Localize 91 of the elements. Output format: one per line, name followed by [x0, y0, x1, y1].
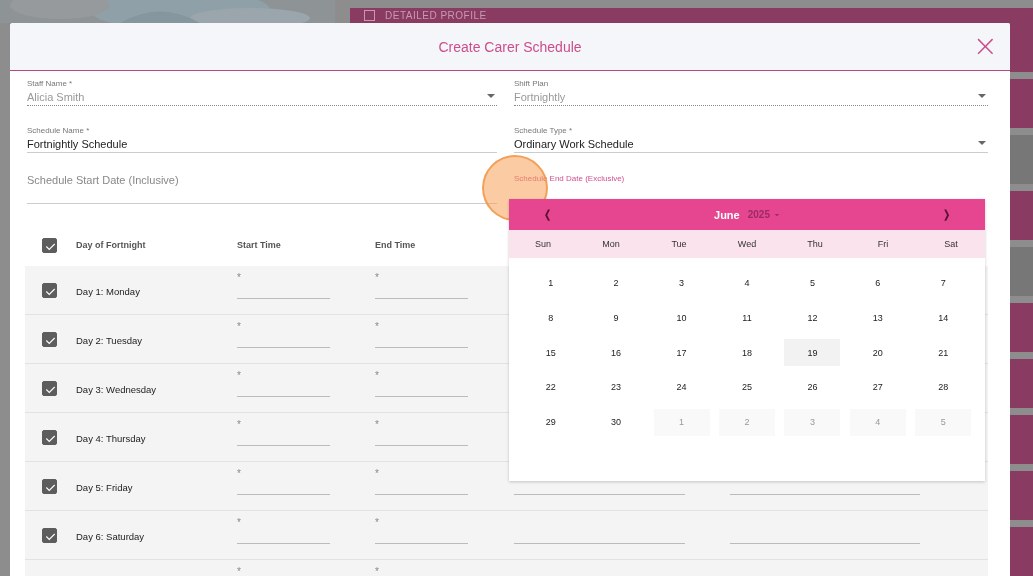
caret-icon: [978, 141, 986, 145]
date-field[interactable]: Schedule Start Date (Inclusive): [27, 173, 497, 204]
calendar-day[interactable]: 11: [719, 304, 775, 332]
time-field[interactable]: *: [375, 565, 468, 576]
time-field[interactable]: *: [375, 320, 468, 348]
weekday-label: Fri: [877, 239, 889, 249]
calendar-day[interactable]: 22: [522, 373, 579, 401]
calendar-day[interactable]: 14: [915, 304, 972, 332]
weekday-label: Wed: [737, 239, 757, 249]
background-panel: [1010, 23, 1033, 72]
background-panel: [1010, 415, 1033, 464]
calendar-day[interactable]: 27: [849, 373, 906, 401]
column-header: Day of Fortnight: [76, 240, 147, 250]
calendar-day[interactable]: 23: [588, 373, 645, 401]
calendar-day[interactable]: 2: [588, 269, 645, 297]
calendar-day[interactable]: 24: [653, 373, 710, 401]
day-label: Day 2: Tuesday: [76, 335, 142, 346]
calendar-day[interactable]: 12: [784, 304, 841, 332]
calendar-day[interactable]: 20: [849, 339, 906, 367]
checkbox[interactable]: [42, 282, 57, 298]
checkbox[interactable]: [42, 429, 57, 445]
time-field[interactable]: *: [375, 369, 468, 397]
dialog-title: Create Carer Schedule: [438, 38, 582, 55]
weekday-label: Tue: [671, 239, 687, 249]
time-field[interactable]: *: [237, 565, 330, 576]
background-panel: [1010, 471, 1033, 520]
checkbox[interactable]: [42, 331, 57, 347]
calendar-day[interactable]: 16: [588, 339, 645, 367]
caret-icon: [978, 94, 986, 98]
background-panel: [1010, 303, 1033, 352]
calendar-day[interactable]: 19: [784, 339, 841, 367]
background-panel: [1010, 135, 1033, 184]
input-field[interactable]: Schedule Name * Fortnightly Schedule: [27, 126, 497, 153]
calendar-day[interactable]: 25: [719, 373, 775, 401]
time-field[interactable]: *: [237, 516, 330, 544]
background-panel: [1010, 359, 1033, 408]
calendar-day[interactable]: 21: [915, 339, 972, 367]
day-label: Day 1: Monday: [76, 286, 140, 297]
time-field[interactable]: *: [375, 418, 468, 446]
background-panel: [1010, 527, 1033, 576]
calendar-day[interactable]: 28: [915, 373, 972, 401]
calendar-day[interactable]: 7: [915, 269, 972, 297]
calendar-day[interactable]: 10: [653, 304, 710, 332]
checkbox[interactable]: [42, 527, 57, 543]
banner-label: DETAILED PROFILE: [385, 10, 487, 21]
calendar-day[interactable]: 5: [784, 269, 841, 297]
day-label: Day 5: Friday: [76, 482, 133, 493]
checkbox[interactable]: [42, 237, 57, 253]
close-button[interactable]: ×: [970, 33, 1000, 59]
previous-month-button[interactable]: ❬: [539, 208, 556, 221]
calendar-day[interactable]: 8: [522, 304, 579, 332]
time-field[interactable]: *: [375, 467, 468, 495]
calendar-day[interactable]: 26: [784, 373, 841, 401]
weekday-label: Mon: [602, 239, 620, 249]
select-field[interactable]: Schedule Type * Ordinary Work Schedule: [514, 126, 988, 153]
calendar-day[interactable]: 18: [719, 339, 775, 367]
next-month-button[interactable]: ❭: [938, 208, 955, 221]
background-panel: [1010, 79, 1033, 128]
caret-icon: [487, 94, 495, 98]
time-field[interactable]: *: [237, 271, 330, 299]
column-header: End Time: [375, 240, 417, 250]
time-field[interactable]: *: [237, 467, 330, 495]
calendar-day[interactable]: 13: [849, 304, 906, 332]
weekday-label: Sat: [944, 239, 958, 249]
calendar-day[interactable]: 4: [719, 269, 775, 297]
weekday-label: Sun: [535, 239, 551, 249]
time-field[interactable]: *: [375, 516, 468, 544]
calendar-day[interactable]: 17: [653, 339, 710, 367]
day-label: Day 6: Saturday: [76, 531, 145, 542]
time-field[interactable]: *: [237, 369, 330, 397]
calendar-day[interactable]: 15: [522, 339, 579, 367]
background-panel: [1010, 247, 1033, 296]
time-field[interactable]: *: [237, 320, 330, 348]
day-label: Day 4: Thursday: [76, 433, 146, 444]
calendar-day[interactable]: 29: [522, 408, 579, 436]
checkbox[interactable]: [42, 478, 57, 494]
time-field[interactable]: *: [237, 418, 330, 446]
checkbox[interactable]: [42, 380, 57, 396]
column-header: Start Time: [237, 240, 282, 250]
day-label: Day 3: Wednesday: [76, 384, 157, 395]
calendar-day[interactable]: 3: [653, 269, 710, 297]
calendar-day[interactable]: 30: [588, 408, 645, 436]
month-label: June: [714, 208, 740, 221]
background-panel: [1010, 191, 1033, 240]
calendar-day[interactable]: 9: [588, 304, 645, 332]
calendar-day[interactable]: 1: [522, 269, 579, 297]
caret-icon: [773, 212, 780, 217]
weekday-label: Thu: [807, 239, 823, 249]
checkbox-icon: [364, 10, 375, 21]
time-field[interactable]: *: [375, 271, 468, 299]
calendar-day[interactable]: 6: [849, 269, 906, 297]
